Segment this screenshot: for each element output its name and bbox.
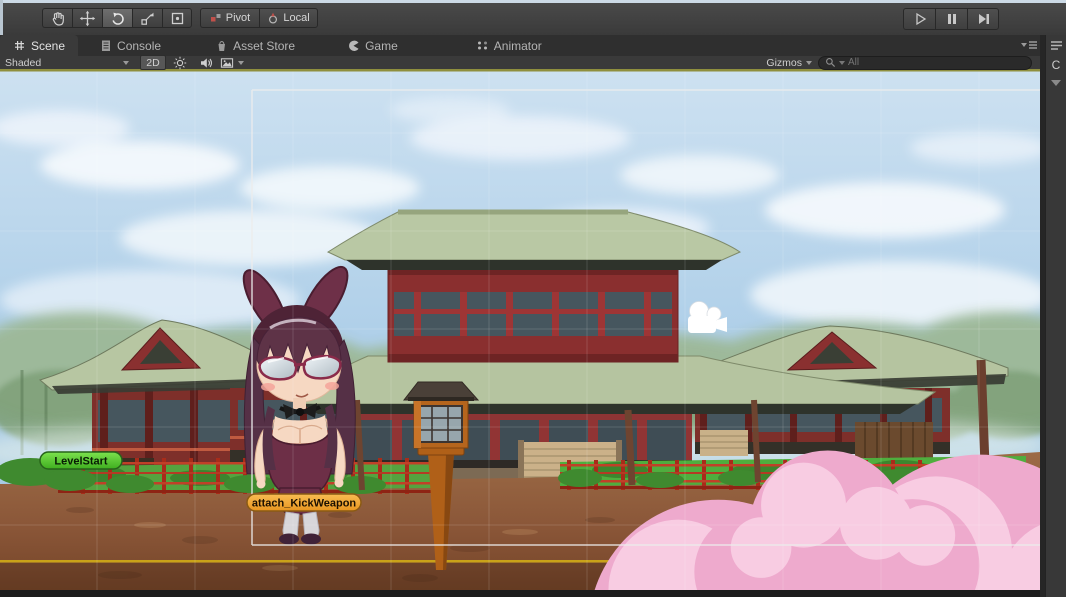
audio-toggle-button[interactable] [194, 56, 218, 69]
attach-kickweapon-label-text: attach_KickWeapon [252, 498, 357, 510]
tab-console[interactable]: Console [86, 35, 174, 56]
tab-animator-label: Animator [493, 38, 542, 53]
window-bottom-edge [0, 590, 1040, 597]
hand-tool-button[interactable] [42, 8, 72, 28]
2d-toggle-button[interactable]: 2D [140, 55, 166, 70]
render-mode-label: Shaded [5, 56, 42, 69]
hand-icon [52, 11, 64, 26]
tab-asset-store[interactable]: Asset Store [202, 35, 308, 56]
magnifier-icon [826, 58, 836, 68]
pause-icon [947, 14, 956, 24]
scene-view-toolbar: Shaded 2D Gizmos [0, 55, 1040, 70]
right-dock-panel-edge: C [1045, 35, 1066, 597]
move-tool-button[interactable] [72, 8, 102, 28]
chevron-down-icon [806, 60, 812, 65]
image-icon [220, 57, 234, 68]
tab-animator[interactable]: Animator [463, 35, 555, 56]
tab-game-label: Game [365, 38, 398, 53]
rect-icon [171, 12, 183, 24]
rotate-icon [112, 12, 124, 25]
gizmos-dropdown[interactable]: Gizmos [760, 56, 818, 69]
lighting-toggle-button[interactable] [168, 56, 192, 69]
sun-icon [173, 56, 187, 69]
window-left-edge [0, 0, 3, 35]
scale-icon [141, 12, 154, 25]
game-icon [349, 40, 359, 51]
transform-tools [42, 8, 192, 28]
rect-tool-button[interactable] [162, 8, 192, 28]
chevron-down-icon [238, 60, 244, 65]
scene-search-field[interactable] [818, 55, 1032, 70]
chevron-down-icon [839, 60, 845, 65]
console-icon [102, 40, 111, 51]
tab-asset-store-label: Asset Store [233, 38, 296, 53]
panel-context-menu-icon[interactable] [1020, 39, 1038, 51]
local-button[interactable]: Local [259, 8, 318, 28]
pivot-local-toggle: Pivot Local [200, 8, 318, 28]
step-icon [979, 14, 989, 24]
step-button[interactable] [967, 8, 999, 30]
right-panel-tab-partial[interactable]: C [1046, 58, 1066, 72]
search-input[interactable] [848, 57, 1025, 68]
pivot-icon [210, 14, 221, 22]
rotate-tool-button[interactable] [102, 8, 132, 28]
play-icon [915, 12, 926, 26]
pivot-button[interactable]: Pivot [200, 8, 259, 28]
tab-game[interactable]: Game [334, 35, 411, 56]
store-icon [218, 41, 226, 51]
gizmo-label-levelstart[interactable]: LevelStart [39, 451, 123, 470]
speaker-icon [201, 57, 213, 68]
main-toolbar: Pivot Local [0, 0, 1066, 36]
window-top-edge [0, 0, 1066, 3]
tab-scene-label: Scene [31, 38, 66, 53]
animator-icon [477, 41, 487, 50]
panel-tab-bar: Scene Console Asset Store Game Animator [0, 35, 1066, 56]
move-icon [79, 10, 96, 26]
tab-scene[interactable]: Scene [0, 35, 79, 56]
render-mode-dropdown[interactable]: Shaded [0, 56, 134, 69]
pivot-label: Pivot [225, 12, 251, 24]
gizmo-label-attach-kickweapon[interactable]: attach_KickWeapon [246, 493, 362, 512]
tab-console-label: Console [117, 38, 162, 53]
local-icon [269, 12, 278, 24]
play-button[interactable] [903, 8, 935, 30]
grid-icon [15, 41, 24, 50]
selection-bounds-top-line [0, 70, 1040, 72]
local-label: Local [283, 12, 310, 24]
2d-label: 2D [146, 56, 160, 69]
pause-button[interactable] [935, 8, 967, 30]
panel-menu-icon[interactable] [1050, 40, 1063, 51]
unity-editor-window: Pivot Local Scene Console Asset Store Ga… [0, 0, 1066, 597]
chevron-down-icon [123, 60, 129, 65]
scale-tool-button[interactable] [132, 8, 162, 28]
gizmos-label: Gizmos [766, 56, 802, 69]
effects-dropdown-button[interactable] [220, 56, 244, 69]
panel-divider[interactable] [1040, 35, 1045, 597]
levelstart-label-text: LevelStart [54, 456, 108, 468]
foldout-arrow-icon[interactable] [1051, 80, 1061, 86]
scene-viewport[interactable]: LevelStart attach_KickWeapon [0, 70, 1040, 590]
play-controls [903, 8, 999, 30]
